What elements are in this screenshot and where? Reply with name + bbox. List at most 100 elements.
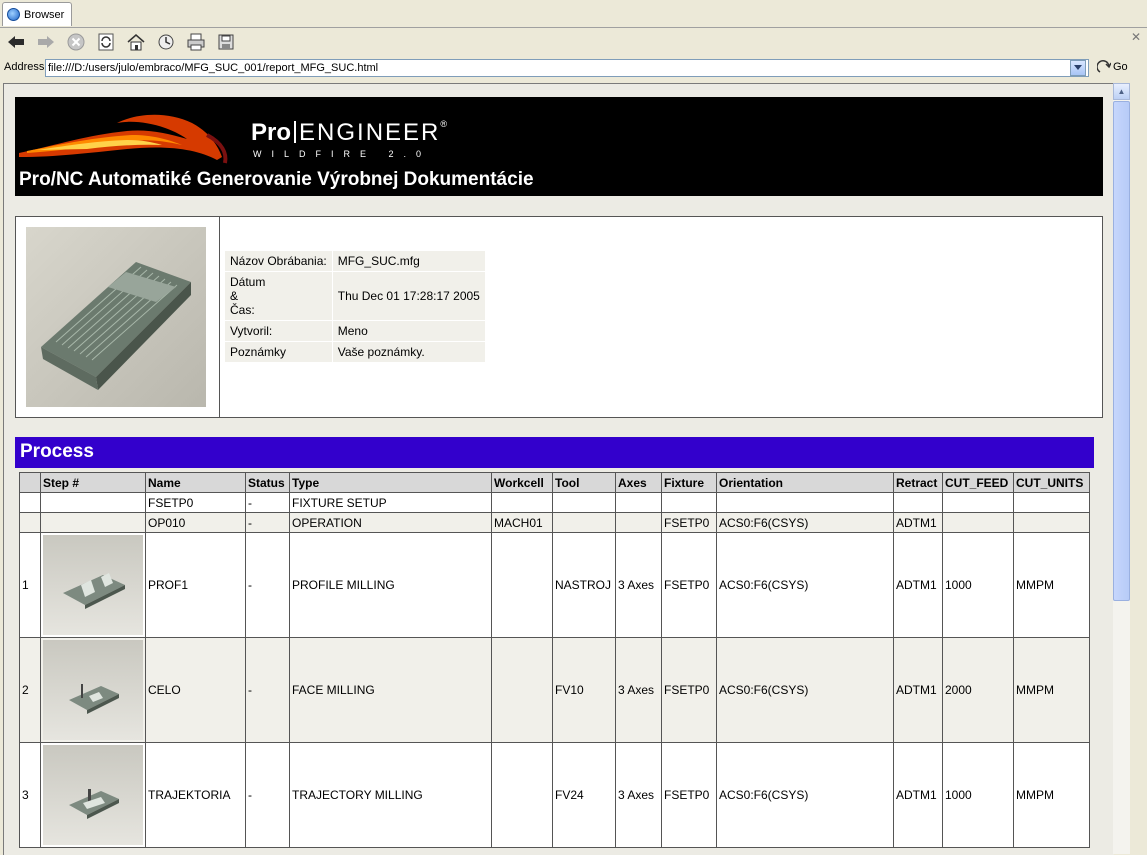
cell-fixture: FSETP0 [661, 512, 717, 533]
process-table: Step # Name Status Type Workcell Tool Ax… [19, 472, 1090, 848]
info-value: Meno [332, 321, 485, 341]
cell-step [40, 512, 146, 533]
col-header: Type [289, 472, 492, 493]
go-label: Go [1113, 61, 1128, 73]
close-icon[interactable]: ✕ [1131, 30, 1141, 44]
info-divider [219, 217, 220, 417]
cell-retract: ADTM1 [893, 532, 943, 638]
refresh-button[interactable] [92, 30, 120, 54]
info-row: Dátum & Čas: Thu Dec 01 17:28:17 2005 [225, 272, 485, 320]
table-row: 2 CELO - FACE MILLING FV10 3 Axes FSETP0… [19, 637, 1090, 743]
col-header: CUT_FEED [942, 472, 1014, 493]
scroll-up-button[interactable]: ▲ [1113, 83, 1130, 100]
cell-type: OPERATION [289, 512, 492, 533]
stop-button[interactable] [62, 30, 90, 54]
cell-units: MMPM [1013, 532, 1090, 638]
step-thumbnail[interactable] [43, 640, 143, 740]
wildfire-label: WILDFIRE 2.0 [253, 149, 432, 159]
cell-feed [942, 512, 1014, 533]
cell-status: - [245, 742, 290, 848]
proengineer-logo: Pro ENGINEER® [251, 119, 450, 146]
info-value: Vaše poznámky. [332, 342, 485, 362]
cell-status: - [245, 532, 290, 638]
tab-strip: Browser [0, 0, 1147, 28]
info-row: Poznámky Vaše poznámky. [225, 342, 485, 362]
info-label: Názov Obrábania: [225, 251, 332, 271]
cell-fixture [661, 492, 717, 513]
cell-fixture: FSETP0 [661, 532, 717, 638]
process-header: Process [15, 437, 1094, 468]
tab-label: Browser [24, 8, 65, 21]
dropdown-icon [1074, 65, 1082, 70]
address-input[interactable]: file:///D:/users/julo/embraco/MFG_SUC_00… [45, 59, 1089, 77]
cell-step [40, 637, 146, 743]
back-button[interactable] [2, 30, 30, 54]
print-button[interactable] [182, 30, 210, 54]
cell-name: CELO [145, 637, 246, 743]
history-button[interactable] [152, 30, 180, 54]
home-icon [127, 34, 145, 51]
cell-num: 3 [19, 742, 41, 848]
cell-retract: ADTM1 [893, 512, 943, 533]
info-box: Názov Obrábania: MFG_SUC.mfg Dátum & Čas… [15, 216, 1103, 418]
cell-step [40, 742, 146, 848]
save-button[interactable] [212, 30, 240, 54]
cell-feed: 2000 [942, 637, 1014, 743]
cell-axes [615, 492, 662, 513]
step-model-image [69, 789, 119, 819]
cell-units: MMPM [1013, 742, 1090, 848]
cell-workcell [491, 532, 553, 638]
forward-button[interactable] [32, 30, 60, 54]
part-thumbnail[interactable] [26, 227, 206, 407]
col-header [19, 472, 41, 493]
go-button[interactable]: Go [1097, 60, 1128, 74]
cell-tool: NASTROJ [552, 532, 616, 638]
go-icon [1097, 60, 1111, 73]
print-icon [187, 33, 205, 51]
browser-icon [7, 8, 20, 21]
cell-tool [552, 492, 616, 513]
col-header: Axes [615, 472, 662, 493]
cell-workcell [491, 742, 553, 848]
cell-orientation: ACS0:F6(CSYS) [716, 512, 894, 533]
part-model-image [41, 262, 191, 390]
cell-workcell [491, 492, 553, 513]
flame-logo-graphic [19, 114, 228, 164]
address-dropdown[interactable] [1070, 60, 1086, 76]
cell-retract [893, 492, 943, 513]
cell-type: FIXTURE SETUP [289, 492, 492, 513]
info-value: Thu Dec 01 17:28:17 2005 [332, 272, 485, 320]
home-button[interactable] [122, 30, 150, 54]
stop-icon [67, 33, 85, 51]
cell-tool [552, 512, 616, 533]
tab-browser[interactable]: Browser [2, 2, 72, 26]
cell-status: - [245, 637, 290, 743]
info-value: MFG_SUC.mfg [332, 251, 485, 271]
cell-workcell: MACH01 [491, 512, 553, 533]
table-row: 1 PROF1 - PROFILE MILLING NASTROJ 3 Axes… [19, 532, 1090, 638]
cell-units [1013, 492, 1090, 513]
step-thumbnail[interactable] [43, 535, 143, 635]
table-row: 3 TRAJEKTORIA - TRAJECTORY MILLING FV24 … [19, 742, 1090, 848]
step-model-image [69, 684, 119, 714]
step-model-image [63, 573, 125, 609]
cell-orientation: ACS0:F6(CSYS) [716, 742, 894, 848]
cell-axes: 3 Axes [615, 742, 662, 848]
back-icon [8, 36, 24, 48]
cell-fixture: FSETP0 [661, 742, 717, 848]
cell-name: TRAJEKTORIA [145, 742, 246, 848]
cell-workcell [491, 637, 553, 743]
history-icon [158, 34, 174, 50]
step-thumbnail[interactable] [43, 745, 143, 845]
cell-orientation: ACS0:F6(CSYS) [716, 637, 894, 743]
col-header: Orientation [716, 472, 894, 493]
vertical-scrollbar[interactable]: ▲ [1113, 83, 1130, 854]
cell-num: 1 [19, 532, 41, 638]
cell-type: FACE MILLING [289, 637, 492, 743]
col-header: Fixture [661, 472, 717, 493]
scroll-thumb[interactable] [1113, 101, 1130, 601]
col-header: Tool [552, 472, 616, 493]
content-viewport[interactable]: Pro ENGINEER® WILDFIRE 2.0 Pro/NC Automat… [3, 83, 1114, 855]
info-label: Vytvoril: [225, 321, 332, 341]
cell-fixture: FSETP0 [661, 637, 717, 743]
